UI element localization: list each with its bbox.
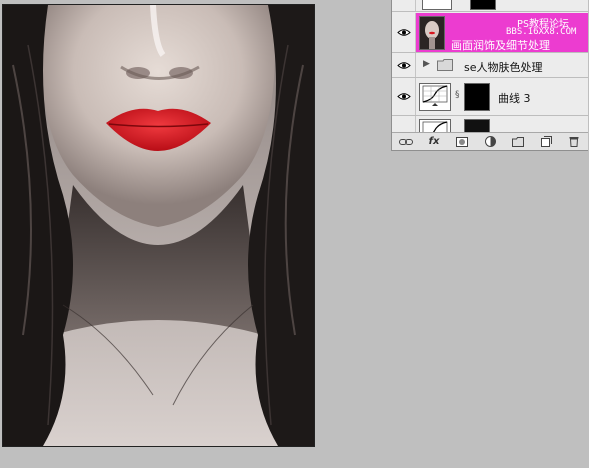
layers-panel-toolbar: fx bbox=[392, 132, 588, 150]
fx-icon[interactable]: fx bbox=[427, 136, 441, 148]
eye-icon bbox=[396, 61, 411, 69]
eye-icon bbox=[396, 29, 411, 36]
layer-name-group[interactable]: se人物肤色处理 bbox=[464, 59, 543, 75]
folder-icon bbox=[437, 59, 453, 71]
folder-icon[interactable] bbox=[511, 136, 525, 148]
document-canvas[interactable] bbox=[2, 4, 315, 447]
trash-icon[interactable] bbox=[567, 136, 581, 148]
layer-row-group[interactable]: ▶ se人物肤色处理 bbox=[392, 53, 588, 78]
photo-layer-thumbnail bbox=[419, 16, 445, 50]
layer-name-photo[interactable]: 画面润饰及细节处理 bbox=[451, 37, 550, 53]
visibility-toggle[interactable] bbox=[392, 78, 416, 115]
new-layer-icon[interactable] bbox=[539, 136, 553, 148]
eye-icon bbox=[396, 93, 411, 100]
visibility-toggle[interactable] bbox=[392, 13, 416, 52]
portrait-photo bbox=[3, 5, 314, 446]
layer-row-photo[interactable]: PS教程论坛 BBS.16XX8.COM 画面润饰及细节处理 bbox=[392, 13, 588, 53]
layer-row-curves-3[interactable]: § 曲线 3 bbox=[392, 78, 588, 116]
link-icon[interactable] bbox=[399, 136, 413, 148]
layer-name-curves-3[interactable]: 曲线 3 bbox=[498, 90, 531, 106]
mask-thumbnail bbox=[464, 83, 490, 111]
visibility-toggle[interactable] bbox=[392, 0, 416, 11]
curves-icon bbox=[419, 83, 451, 111]
visibility-toggle[interactable] bbox=[392, 53, 416, 77]
mask-icon[interactable] bbox=[455, 136, 469, 148]
layers-panel: PS教程论坛 BBS.16XX8.COM 画面润饰及细节处理 ▶ se人物肤色处… bbox=[391, 0, 588, 151]
expand-triangle-icon[interactable]: ▶ bbox=[423, 59, 430, 69]
link-icon[interactable]: § bbox=[455, 90, 460, 100]
mask-thumbnail bbox=[470, 0, 496, 10]
layer-row-partial-top[interactable] bbox=[392, 0, 588, 12]
adjustment-icon[interactable] bbox=[483, 136, 497, 148]
adjustment-thumbnail bbox=[422, 0, 452, 10]
watermark-line2: BBS.16XX8.COM bbox=[506, 27, 577, 37]
